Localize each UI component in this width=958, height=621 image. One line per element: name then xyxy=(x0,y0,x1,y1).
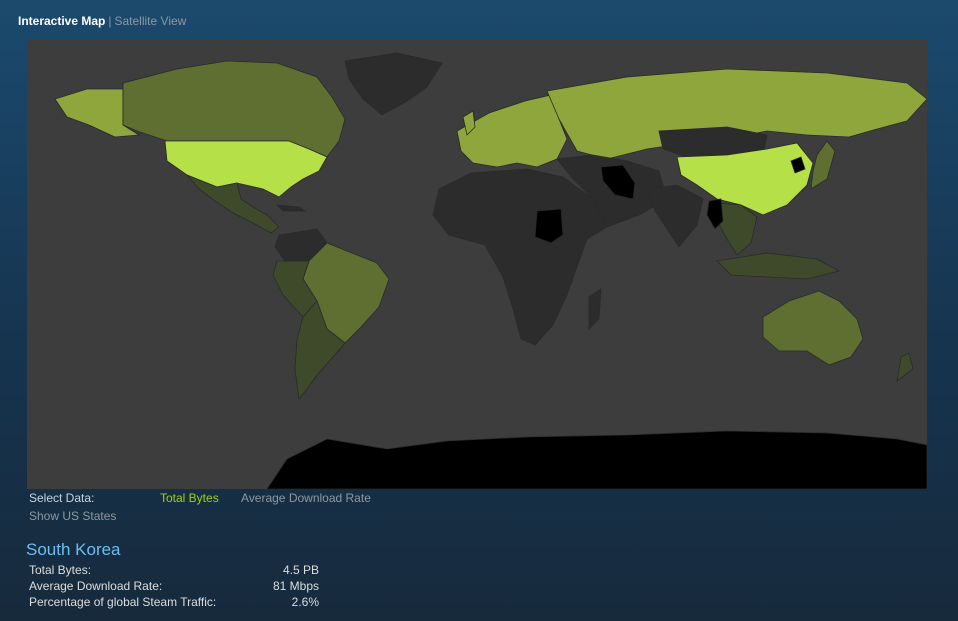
stat-row-global-traffic: Percentage of global Steam Traffic: 2.6% xyxy=(29,594,319,610)
map-view-tabs: Interactive Map | Satellite View xyxy=(18,14,186,28)
tab-separator: | xyxy=(108,14,112,28)
tab-satellite-view[interactable]: Satellite View xyxy=(115,14,187,28)
show-us-states-link[interactable]: Show US States xyxy=(29,509,116,523)
world-map[interactable] xyxy=(27,39,927,489)
stat-row-average-download-rate: Average Download Rate: 81 Mbps xyxy=(29,578,319,594)
stat-label: Total Bytes: xyxy=(29,563,92,577)
stat-value: 81 Mbps xyxy=(272,579,319,593)
country-sudan[interactable] xyxy=(534,208,564,244)
selected-country-name: South Korea xyxy=(26,540,121,559)
stat-value: 4.5 PB xyxy=(282,563,319,577)
stat-label: Percentage of global Steam Traffic: xyxy=(29,595,217,609)
stat-label: Average Download Rate: xyxy=(29,579,163,593)
option-total-bytes[interactable]: Total Bytes xyxy=(160,491,219,505)
world-map-svg[interactable] xyxy=(27,39,927,489)
tab-interactive-map[interactable]: Interactive Map xyxy=(18,14,105,28)
stat-row-total-bytes: Total Bytes: 4.5 PB xyxy=(29,562,319,578)
country-stats: Total Bytes: 4.5 PB Average Download Rat… xyxy=(29,562,319,610)
stat-value: 2.6% xyxy=(291,595,319,609)
option-average-download-rate[interactable]: Average Download Rate xyxy=(241,491,371,505)
select-data-label: Select Data: xyxy=(29,491,95,505)
